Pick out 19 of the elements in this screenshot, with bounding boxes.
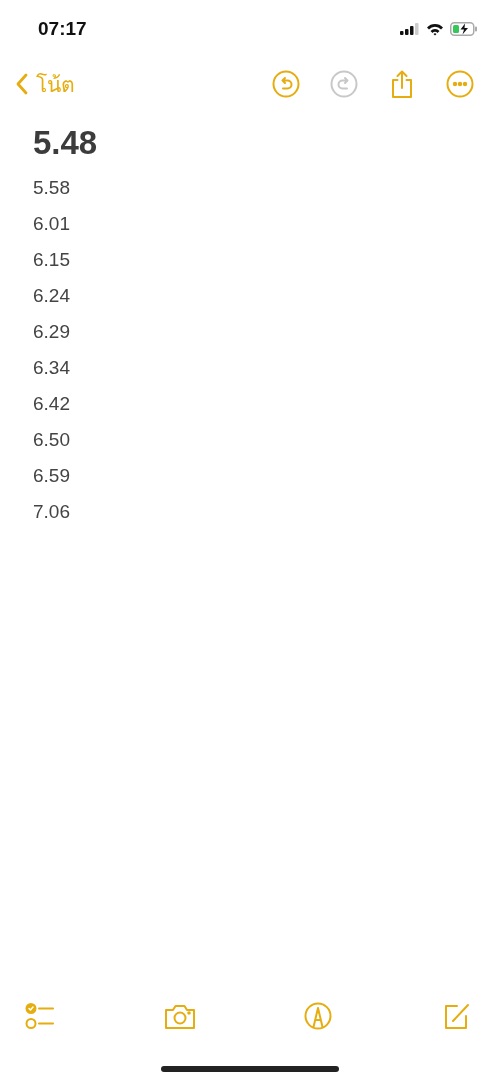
signal-icon <box>400 23 420 35</box>
undo-icon[interactable] <box>272 70 300 98</box>
note-line: 6.34 <box>33 356 71 380</box>
more-icon[interactable] <box>446 70 474 98</box>
note-line: 6.59 <box>33 464 71 488</box>
note-line: 6.24 <box>33 284 71 308</box>
status-time: 07:17 <box>38 18 87 40</box>
note-line: 5.58 <box>33 176 71 200</box>
chevron-left-icon <box>16 73 28 95</box>
note-title: 5.48 <box>33 124 99 162</box>
wifi-icon <box>426 22 444 36</box>
note-line: 6.50 <box>33 428 71 452</box>
note-line: 6.42 <box>33 392 71 416</box>
note-line: 6.01 <box>33 212 71 236</box>
battery-icon <box>450 22 478 36</box>
note-line: 6.15 <box>33 248 71 272</box>
note-line: 6.29 <box>33 320 71 344</box>
note-line: 7.06 <box>33 500 71 524</box>
back-button[interactable]: โน้ต <box>14 65 77 103</box>
